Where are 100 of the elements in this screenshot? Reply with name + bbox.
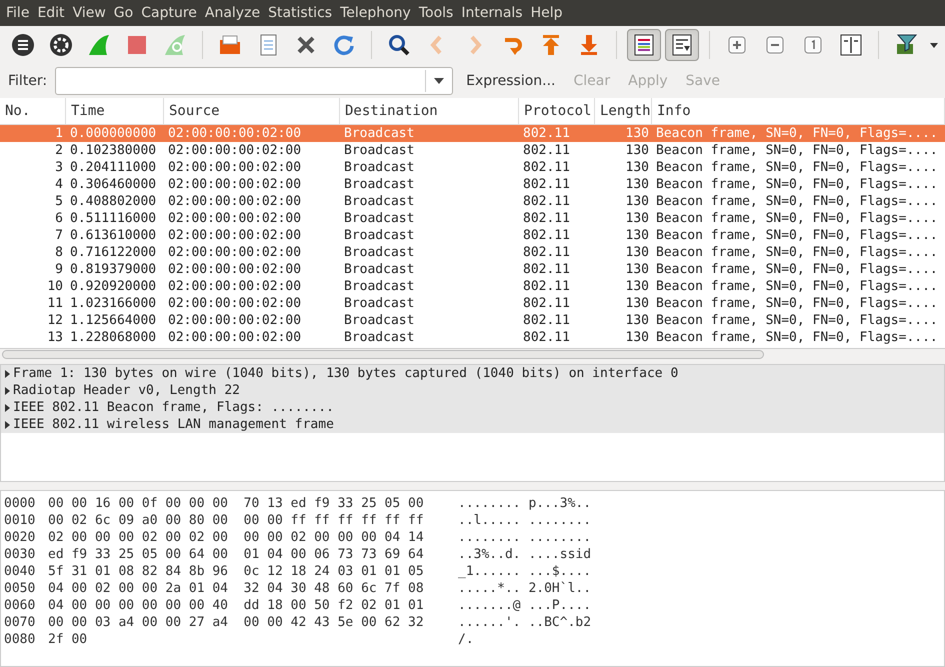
- table-cell: 130: [626, 142, 649, 159]
- collapsed-arrow-icon[interactable]: [2, 420, 12, 430]
- table-cell: 8: [55, 244, 63, 261]
- menu-item[interactable]: Help: [526, 2, 567, 24]
- menu-item[interactable]: Edit: [33, 2, 69, 24]
- hex-bytes: 04 00 02 00 00 2a 01 04 32 04 30 48 60 6c 7f 08: [48, 580, 425, 597]
- column-header[interactable]: No.: [5, 100, 30, 122]
- table-cell: Broadcast: [344, 125, 414, 142]
- menu-item[interactable]: Tools: [414, 2, 458, 24]
- table-cell: 130: [626, 244, 649, 261]
- collapsed-arrow-icon[interactable]: [2, 368, 12, 378]
- packet-row[interactable]: 5 0.408802000 02:00:00:00:02:00 Broadcast 802.11 130 Beacon frame, SN=0, FN=0, Flags=....: [0, 193, 945, 210]
- table-cell: Broadcast: [344, 193, 414, 210]
- table-cell: 0.613610000: [70, 227, 156, 244]
- table-cell: 1.228068000: [70, 329, 156, 346]
- hex-bytes: 02 00 00 00 02 00 02 00 00 00 02 00 00 00 04 14: [48, 529, 425, 546]
- settings-icon: [48, 32, 74, 58]
- menu-item[interactable]: Statistics: [264, 2, 336, 24]
- table-cell: 130: [626, 312, 649, 329]
- toolbar-button[interactable]: [665, 29, 699, 61]
- table-cell: 02:00:00:00:02:00: [168, 244, 302, 261]
- table-cell: 802.11: [523, 278, 570, 295]
- detail-row[interactable]: IEEE 802.11 wireless LAN management frame: [1, 416, 944, 433]
- packet-row[interactable]: 10 0.920920000 02:00:00:00:02:00 Broadcast 802.11 130 Beacon frame, SN=0, FN=0, Flags=....: [0, 278, 945, 295]
- overflow-caret-icon[interactable]: [929, 40, 939, 50]
- column-header[interactable]: Source: [169, 100, 220, 122]
- table-cell: 802.11: [523, 261, 570, 278]
- table-cell: Beacon frame, SN=0, FN=0, Flags=....: [656, 159, 938, 176]
- table-cell: 802.11: [523, 227, 570, 244]
- hex-bytes: 2f 00: [48, 631, 88, 648]
- collapsed-arrow-icon[interactable]: [2, 402, 12, 412]
- table-cell: 802.11: [523, 125, 570, 142]
- packet-row[interactable]: 9 0.819379000 02:00:00:00:02:00 Broadcast 802.11 130 Beacon frame, SN=0, FN=0, Flags=....: [0, 261, 945, 278]
- table-cell: Beacon frame, SN=0, FN=0, Flags=....: [656, 210, 938, 227]
- packet-row[interactable]: 11 1.023166000 02:00:00:00:02:00 Broadcast 802.11 130 Beacon frame, SN=0, FN=0, Flags=....: [0, 295, 945, 312]
- toolbar-button[interactable]: [627, 29, 661, 61]
- hex-bytes: 00 02 6c 09 a0 00 80 00 00 00 ff ff ff ff ff ff: [48, 512, 425, 529]
- table-cell: 802.11: [523, 142, 570, 159]
- table-cell: 13: [47, 329, 63, 346]
- packet-row[interactable]: 6 0.511116000 02:00:00:00:02:00 Broadcast 802.11 130 Beacon frame, SN=0, FN=0, Flags=....: [0, 210, 945, 227]
- filter-field[interactable]: [55, 67, 454, 95]
- menu-item[interactable]: Go: [110, 2, 138, 24]
- horizontal-scrollbar[interactable]: [2, 350, 764, 359]
- packet-row[interactable]: 13 1.228068000 02:00:00:00:02:00 Broadcast 802.11 130 Beacon frame, SN=0, FN=0, Flags=....: [0, 329, 945, 346]
- table-cell: Broadcast: [344, 278, 414, 295]
- table-cell: 802.11: [523, 244, 570, 261]
- column-header[interactable]: Time: [71, 100, 105, 122]
- hex-offset: 0010: [3, 512, 36, 529]
- packet-row[interactable]: 4 0.306460000 02:00:00:00:02:00 Broadcast 802.11 130 Beacon frame, SN=0, FN=0, Flags=....: [0, 176, 945, 193]
- hex-offset: 0060: [3, 597, 36, 614]
- ascii-text: _1...... ...$....: [458, 563, 592, 580]
- table-cell: Broadcast: [344, 142, 414, 159]
- packet-row[interactable]: 3 0.204111000 02:00:00:00:02:00 Broadcast 802.11 130 Beacon frame, SN=0, FN=0, Flags=....: [0, 159, 945, 176]
- table-cell: 130: [626, 193, 649, 210]
- menu-item[interactable]: Analyze: [200, 2, 264, 24]
- column-header[interactable]: Length: [600, 100, 651, 122]
- detail-row[interactable]: Radiotap Header v0, Length 22: [1, 382, 944, 399]
- filter-action[interactable]: Expression...: [461, 70, 561, 92]
- table-cell: 1: [55, 125, 63, 142]
- collapsed-arrow-icon[interactable]: [2, 386, 12, 396]
- table-cell: 802.11: [523, 193, 570, 210]
- column-header[interactable]: Info: [657, 100, 691, 122]
- table-cell: 130: [626, 159, 649, 176]
- table-cell: 1.023166000: [70, 295, 156, 312]
- table-cell: 0.408802000: [70, 193, 156, 210]
- hex-offset: 0050: [3, 580, 36, 597]
- table-cell: Beacon frame, SN=0, FN=0, Flags=....: [656, 227, 938, 244]
- table-cell: Beacon frame, SN=0, FN=0, Flags=....: [656, 278, 938, 295]
- resize-columns-icon: [838, 32, 864, 58]
- table-cell: Broadcast: [344, 244, 414, 261]
- ascii-text: .....*.. 2.0H`l..: [458, 580, 592, 597]
- detail-row[interactable]: Frame 1: 130 bytes on wire (1040 bits), 130 bytes captured (1040 bits) on interface 0: [1, 365, 944, 382]
- menu-item[interactable]: View: [68, 2, 110, 24]
- table-cell: Broadcast: [344, 295, 414, 312]
- table-cell: Beacon frame, SN=0, FN=0, Flags=....: [656, 261, 938, 278]
- packet-row[interactable]: 12 1.125664000 02:00:00:00:02:00 Broadcast 802.11 130 Beacon frame, SN=0, FN=0, Flags=....: [0, 312, 945, 329]
- detail-row[interactable]: IEEE 802.11 Beacon frame, Flags: ........: [1, 399, 944, 416]
- table-cell: 11: [47, 295, 63, 312]
- table-cell: Broadcast: [344, 329, 414, 346]
- table-cell: 130: [626, 329, 649, 346]
- packet-row[interactable]: 2 0.102380000 02:00:00:00:02:00 Broadcast 802.11 130 Beacon frame, SN=0, FN=0, Flags=....: [0, 142, 945, 159]
- menu-item[interactable]: Telephony: [336, 2, 415, 24]
- ascii-text: ........ p...3%..: [458, 495, 592, 512]
- menu-item[interactable]: File: [2, 2, 34, 24]
- table-cell: 0.306460000: [70, 176, 156, 193]
- table-cell: 1.125664000: [70, 312, 156, 329]
- table-cell: Beacon frame, SN=0, FN=0, Flags=....: [656, 312, 938, 329]
- packet-row[interactable]: 7 0.613610000 02:00:00:00:02:00 Broadcast 802.11 130 Beacon frame, SN=0, FN=0, Flags=....: [0, 227, 945, 244]
- table-cell: 3: [55, 159, 63, 176]
- packet-row[interactable]: 8 0.716122000 02:00:00:00:02:00 Broadcast 802.11 130 Beacon frame, SN=0, FN=0, Flags=....: [0, 244, 945, 261]
- table-cell: 02:00:00:00:02:00: [168, 295, 302, 312]
- shark-fin-icon: [86, 32, 112, 58]
- column-header[interactable]: Protocol: [524, 100, 592, 122]
- table-cell: 802.11: [523, 159, 570, 176]
- column-header[interactable]: Destination: [345, 100, 438, 122]
- ascii-text: ..l..... ........: [458, 512, 592, 529]
- restart-fin-icon: [162, 32, 188, 58]
- menu-item[interactable]: Internals: [457, 2, 527, 24]
- menu-item[interactable]: Capture: [137, 2, 201, 24]
- table-cell: 02:00:00:00:02:00: [168, 210, 302, 227]
